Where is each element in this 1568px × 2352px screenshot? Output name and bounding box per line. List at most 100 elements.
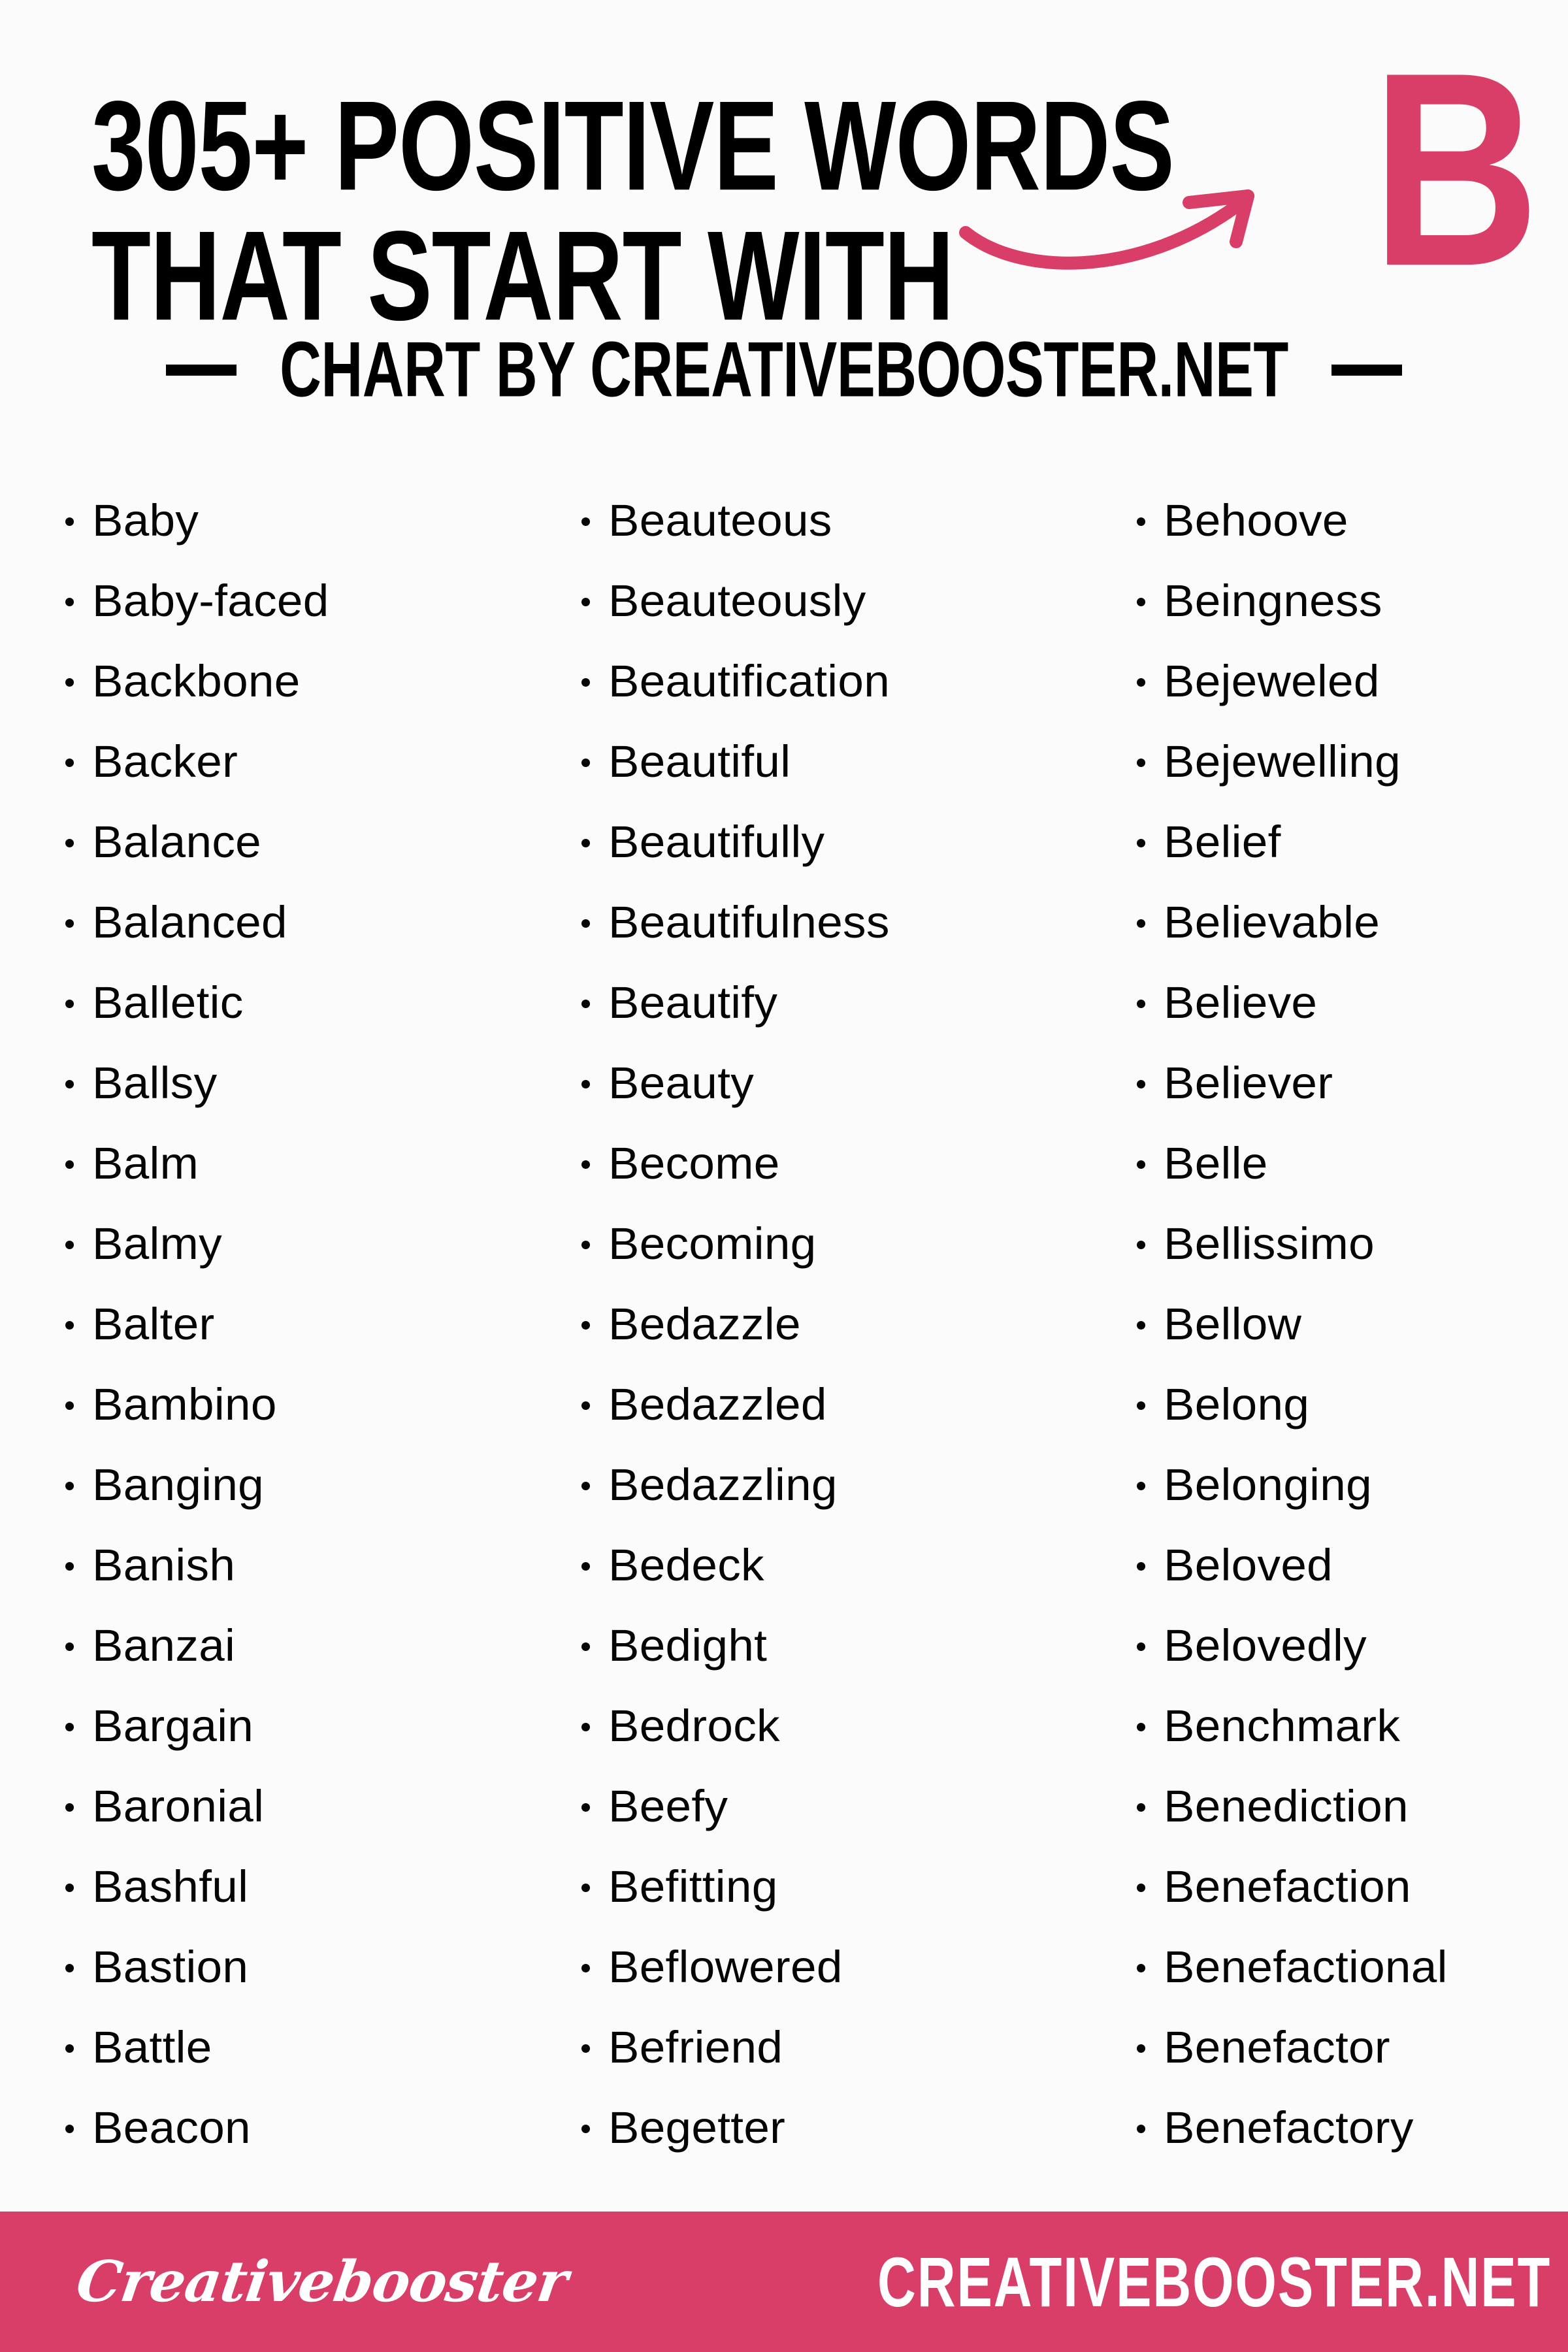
list-item: Beingness [1137,561,1568,641]
list-item: Bedazzled [581,1364,1098,1445]
word-label: Bellow [1164,1299,1302,1349]
word-label: Beingness [1164,576,1382,626]
bullet-icon [65,1482,74,1490]
word-label: Bedight [608,1620,768,1671]
word-label: Banzai [92,1620,236,1671]
list-item: Bedrock [581,1686,1098,1766]
word-label: Belonging [1164,1460,1372,1510]
bullet-icon [1137,1241,1145,1249]
list-item: Benefactory [1137,2087,1568,2168]
list-item: Beloved [1137,1525,1568,1605]
word-label: Baby-faced [92,576,329,626]
word-column-1: Baby Baby-faced Backbone Backer Balance … [0,480,542,2192]
list-item: Beautifully [581,802,1098,882]
word-label: Balm [92,1138,199,1188]
bullet-icon [581,1000,590,1008]
bullet-icon [1137,759,1145,767]
word-label: Bedazzling [608,1460,838,1510]
word-label: Belief [1164,817,1281,867]
word-label: Begetter [608,2102,786,2153]
bullet-icon [1137,1482,1145,1490]
bullet-icon [1137,1964,1145,1972]
word-label: Beflowered [608,1942,843,1992]
bullet-icon [65,839,74,847]
bullet-icon [581,1321,590,1330]
list-item: Balletic [65,962,542,1043]
word-label: Benefactory [1164,2102,1414,2153]
word-label: Beautifully [608,817,825,867]
list-item: Baronial [65,1766,542,1846]
list-item: Belief [1137,802,1568,882]
list-item: Beautification [581,641,1098,721]
word-label: Bargain [92,1701,254,1751]
list-item: Benediction [1137,1766,1568,1846]
word-label: Bashful [92,1861,249,1912]
word-label: Banish [92,1540,236,1590]
word-label: Bedrock [608,1701,780,1751]
list-item: Baby [65,480,542,561]
word-label: Becoming [608,1218,817,1269]
word-label: Benediction [1164,1781,1409,1831]
bullet-icon [65,1401,74,1410]
list-item: Balter [65,1284,542,1364]
bullet-icon [1137,1803,1145,1812]
bullet-icon [581,759,590,767]
bullet-icon [65,759,74,767]
word-label: Believe [1164,977,1318,1028]
word-label: Beauty [608,1058,755,1108]
bullet-icon [1137,1160,1145,1169]
word-label: Balance [92,817,261,867]
bullet-icon [1137,1642,1145,1651]
bullet-icon [581,1642,590,1651]
list-item: Benefactor [1137,2007,1568,2087]
bullet-icon [65,1160,74,1169]
word-list-2: Beauteous Beauteously Beautification Bea… [581,480,1098,2168]
word-label: Bedeck [608,1540,764,1590]
word-label: Behoove [1164,495,1348,546]
list-item: Behoove [1137,480,1568,561]
word-label: Belong [1164,1379,1310,1429]
bullet-icon [65,678,74,687]
word-label: Bedazzle [608,1299,801,1349]
bullet-icon [581,1401,590,1410]
bullet-icon [581,1241,590,1249]
word-label: Benefaction [1164,1861,1411,1912]
word-label: Bedazzled [608,1379,827,1429]
list-item: Balm [65,1123,542,1203]
bullet-icon [65,1723,74,1731]
bullet-icon [65,919,74,928]
subtitle-row: CHART BY CREATIVEBOOSTER.NET [0,331,1568,409]
page-header: 305+ POSITIVE WORDS THAT START WITH B CH… [0,0,1568,451]
list-item: Bambino [65,1364,542,1445]
list-item: Bellissimo [1137,1203,1568,1284]
list-item: Beautiful [581,721,1098,802]
word-label: Beacon [92,2102,251,2153]
word-label: Beauteous [608,495,832,546]
bullet-icon [1137,1723,1145,1731]
list-item: Balmy [65,1203,542,1284]
bullet-icon [581,1884,590,1892]
bullet-icon [1137,839,1145,847]
bullet-icon [581,1562,590,1571]
list-item: Believer [1137,1043,1568,1123]
word-list-1: Baby Baby-faced Backbone Backer Balance … [65,480,542,2168]
word-label: Balter [92,1299,215,1349]
list-item: Bastion [65,1927,542,2007]
bullet-icon [65,598,74,606]
bullet-icon [1137,1080,1145,1088]
footer-website-url: CREATIVEBOOSTER.NET [877,2242,1552,2321]
list-item: Bejewelling [1137,721,1568,802]
bullet-icon [1137,1884,1145,1892]
bullet-icon [581,1964,590,1972]
title-block: 305+ POSITIVE WORDS THAT START WITH [91,82,1175,339]
bullet-icon [1137,1562,1145,1571]
word-label: Beefy [608,1781,728,1831]
word-label: Beloved [1164,1540,1333,1590]
bullet-icon [581,919,590,928]
brand-logo: Creativebooster [72,2248,572,2315]
bullet-icon [581,517,590,526]
dash-right [1331,364,1403,376]
bullet-icon [65,1321,74,1330]
list-item: Begetter [581,2087,1098,2168]
list-item: Belonging [1137,1445,1568,1525]
